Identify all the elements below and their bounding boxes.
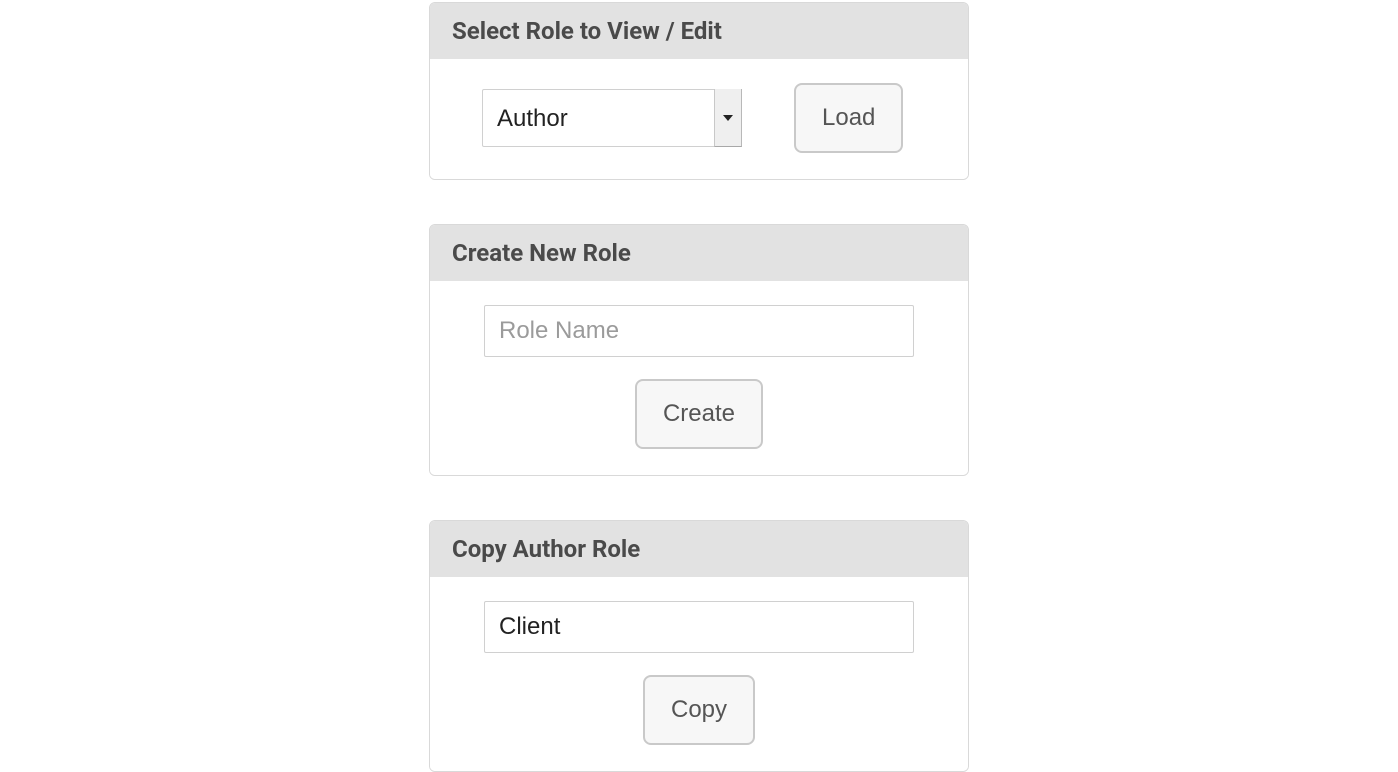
role-select[interactable]: Author (482, 89, 742, 147)
select-role-header: Select Role to View / Edit (430, 3, 968, 59)
create-button[interactable]: Create (635, 379, 763, 449)
load-button[interactable]: Load (794, 83, 903, 153)
copy-role-header: Copy Author Role (430, 521, 968, 577)
role-name-input[interactable] (484, 305, 914, 357)
copy-role-panel: Copy Author Role Copy (429, 520, 969, 772)
create-role-panel: Create New Role Create (429, 224, 969, 476)
role-select-wrap: Author (482, 89, 742, 147)
select-role-panel: Select Role to View / Edit Author Load (429, 2, 969, 180)
create-role-header: Create New Role (430, 225, 968, 281)
copy-role-name-input[interactable] (484, 601, 914, 653)
copy-button[interactable]: Copy (643, 675, 755, 745)
